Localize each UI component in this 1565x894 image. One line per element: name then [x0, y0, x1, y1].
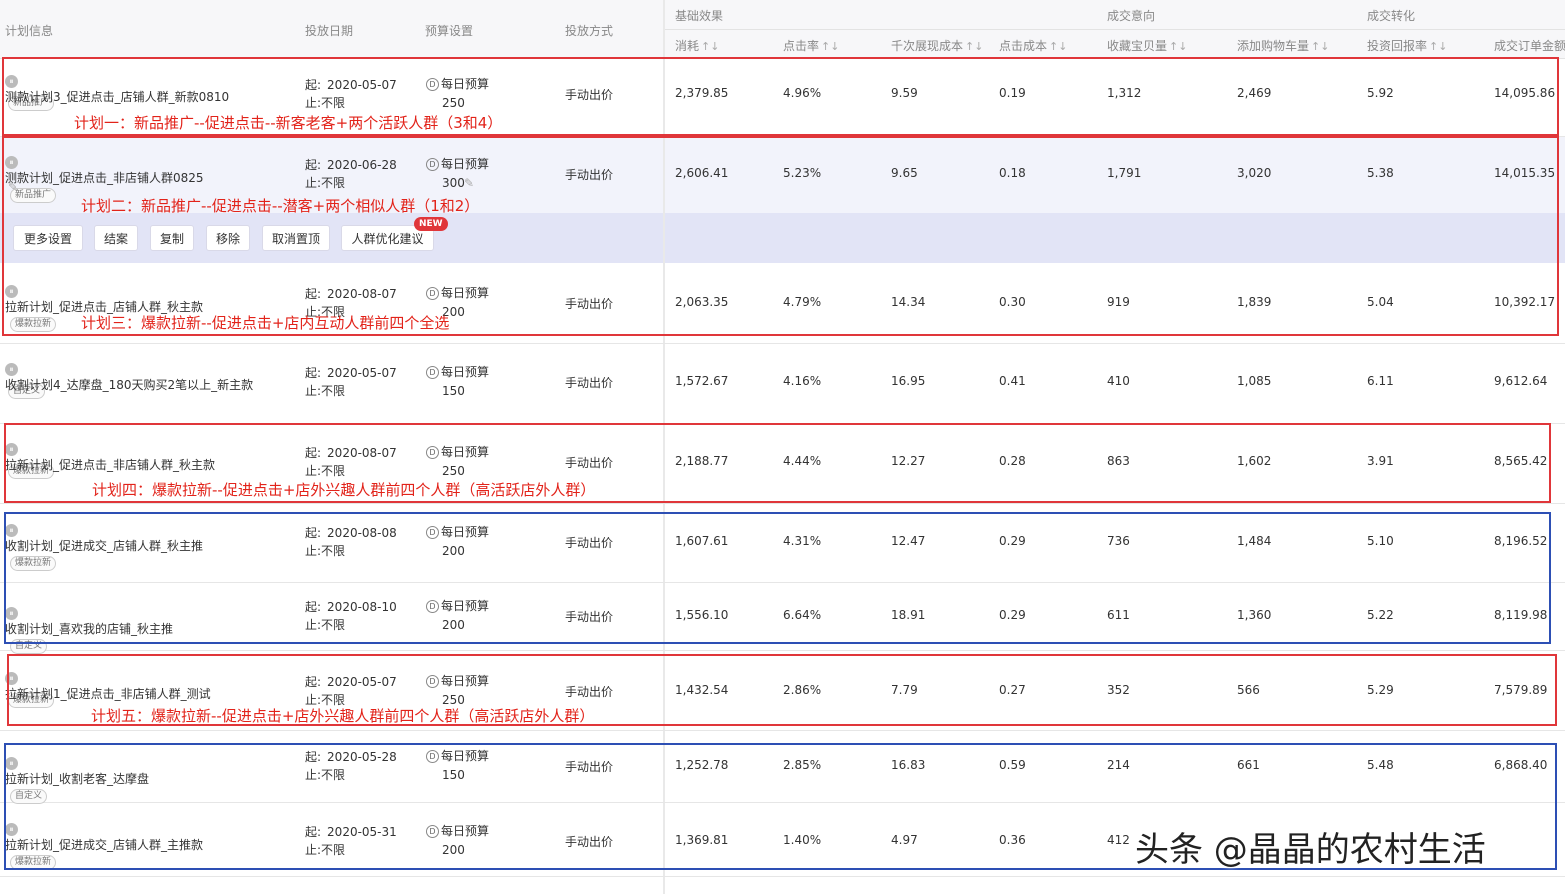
watermark: 头条 @晶晶的农村生活 — [1135, 830, 1486, 870]
status-icon[interactable]: ⏸ — [5, 363, 18, 376]
row-divider — [0, 343, 1565, 344]
start-prefix: 起: — [305, 366, 322, 380]
annotation-box-harvest-1 — [4, 512, 1551, 644]
sort-icon[interactable]: ↑↓ — [701, 40, 719, 53]
sort-icon[interactable]: ↑↓ — [965, 40, 983, 53]
annotation-plan3: 计划三：爆款拉新--促进点击+店内互动人群前四个全选 — [81, 314, 450, 332]
annotation-plan5: 计划五：爆款拉新--促进点击+店外兴趣人群前四个人群（高活跃店外人群） — [91, 707, 595, 725]
row-divider — [0, 650, 1565, 651]
metric-order-amount: 9,612.64 — [1494, 374, 1548, 388]
sort-icon[interactable]: ↑↓ — [1049, 40, 1067, 53]
header-add-to-cart[interactable]: 添加购物车量 ↑↓ — [1237, 37, 1329, 54]
metric-add-to-cart: 1,085 — [1237, 374, 1272, 388]
header-plan-info: 计划信息 — [5, 24, 54, 38]
sort-icon[interactable]: ↑↓ — [1169, 40, 1187, 53]
annotation-plan4: 计划四：爆款拉新--促进点击+店外兴趣人群前四个人群（高活跃店外人群） — [92, 481, 596, 499]
metric-ctr: 4.16% — [783, 374, 822, 388]
metric-favorites: 410 — [1107, 374, 1130, 388]
annotation-box-plan2-3 — [2, 136, 1559, 336]
budget-type-label: 每日预算 — [441, 365, 490, 379]
header-label: 千次展现成本 — [891, 39, 964, 53]
header-group-divider — [665, 29, 1565, 30]
header-order-amount[interactable]: 成交订单金额 — [1494, 37, 1565, 54]
end-prefix: 止: — [305, 384, 322, 398]
header-label: 点击率 — [783, 39, 820, 53]
header-ctr[interactable]: 点击率 ↑↓ — [783, 37, 839, 54]
sort-icon[interactable]: ↑↓ — [821, 40, 839, 53]
end-date: 止:不限 — [305, 382, 397, 400]
annotation-plan1: 计划一：新品推广--促进点击--新客老客+两个活跃人群（3和4） — [74, 114, 503, 132]
row-divider — [0, 503, 1565, 504]
header-label: 收藏宝贝量 — [1107, 39, 1168, 53]
date-cell: 起: 2020-05-07 止:不限 — [305, 364, 397, 400]
sort-icon[interactable]: ↑↓ — [1429, 40, 1447, 53]
metric-cpm: 16.95 — [891, 374, 926, 388]
metric-cpc: 0.41 — [999, 374, 1026, 388]
bid-method: 手动出价 — [565, 376, 614, 390]
header-label: 添加购物车量 — [1237, 39, 1310, 53]
header-label: 投资回报率 — [1367, 39, 1428, 53]
start-date: 起: 2020-05-07 — [305, 364, 397, 382]
budget-type: D 每日预算 — [426, 363, 489, 382]
start-value: 2020-05-07 — [327, 366, 397, 380]
header-method: 投放方式 — [565, 24, 614, 38]
header-cpm[interactable]: 千次展现成本 ↑↓ — [891, 37, 983, 54]
budget-icon: D — [426, 366, 439, 379]
budget-amount: 150 — [442, 384, 465, 398]
header-cpc[interactable]: 点击成本 ↑↓ — [999, 37, 1067, 54]
header-favorites[interactable]: 收藏宝贝量 ↑↓ — [1107, 37, 1187, 54]
annotation-plan2: 计划二：新品推广--促进点击--潜客+两个相似人群（1和2） — [81, 197, 480, 215]
metric-roi: 6.11 — [1367, 374, 1394, 388]
metric-spend: 1,572.67 — [675, 374, 729, 388]
row-divider — [0, 730, 1565, 731]
header-group-intent: 成交意向 — [1107, 9, 1156, 23]
header-roi[interactable]: 投资回报率 ↑↓ — [1367, 37, 1447, 54]
header-group-conversion: 成交转化 — [1367, 9, 1416, 23]
end-value: 不限 — [321, 384, 346, 398]
plan-name-link[interactable]: 收割计划4_达摩盘_180天购买2笔以上_新主款 — [5, 378, 253, 392]
budget-cell[interactable]: D 每日预算 150 — [426, 363, 489, 401]
sort-icon[interactable]: ↑↓ — [1311, 40, 1329, 53]
header-date: 投放日期 — [305, 24, 354, 38]
header-group-basic: 基础效果 — [675, 9, 724, 23]
header-label: 点击成本 — [999, 39, 1048, 53]
plan-name-cell: ⏸ 收割计划4_达摩盘_180天购买2笔以上_新主款 — [5, 362, 253, 393]
header-budget: 预算设置 — [425, 24, 474, 38]
row-divider — [0, 876, 1565, 877]
header-label: 成交订单金额 — [1494, 39, 1565, 53]
header-spend[interactable]: 消耗 ↑↓ — [675, 37, 719, 54]
header-label: 消耗 — [675, 39, 700, 53]
